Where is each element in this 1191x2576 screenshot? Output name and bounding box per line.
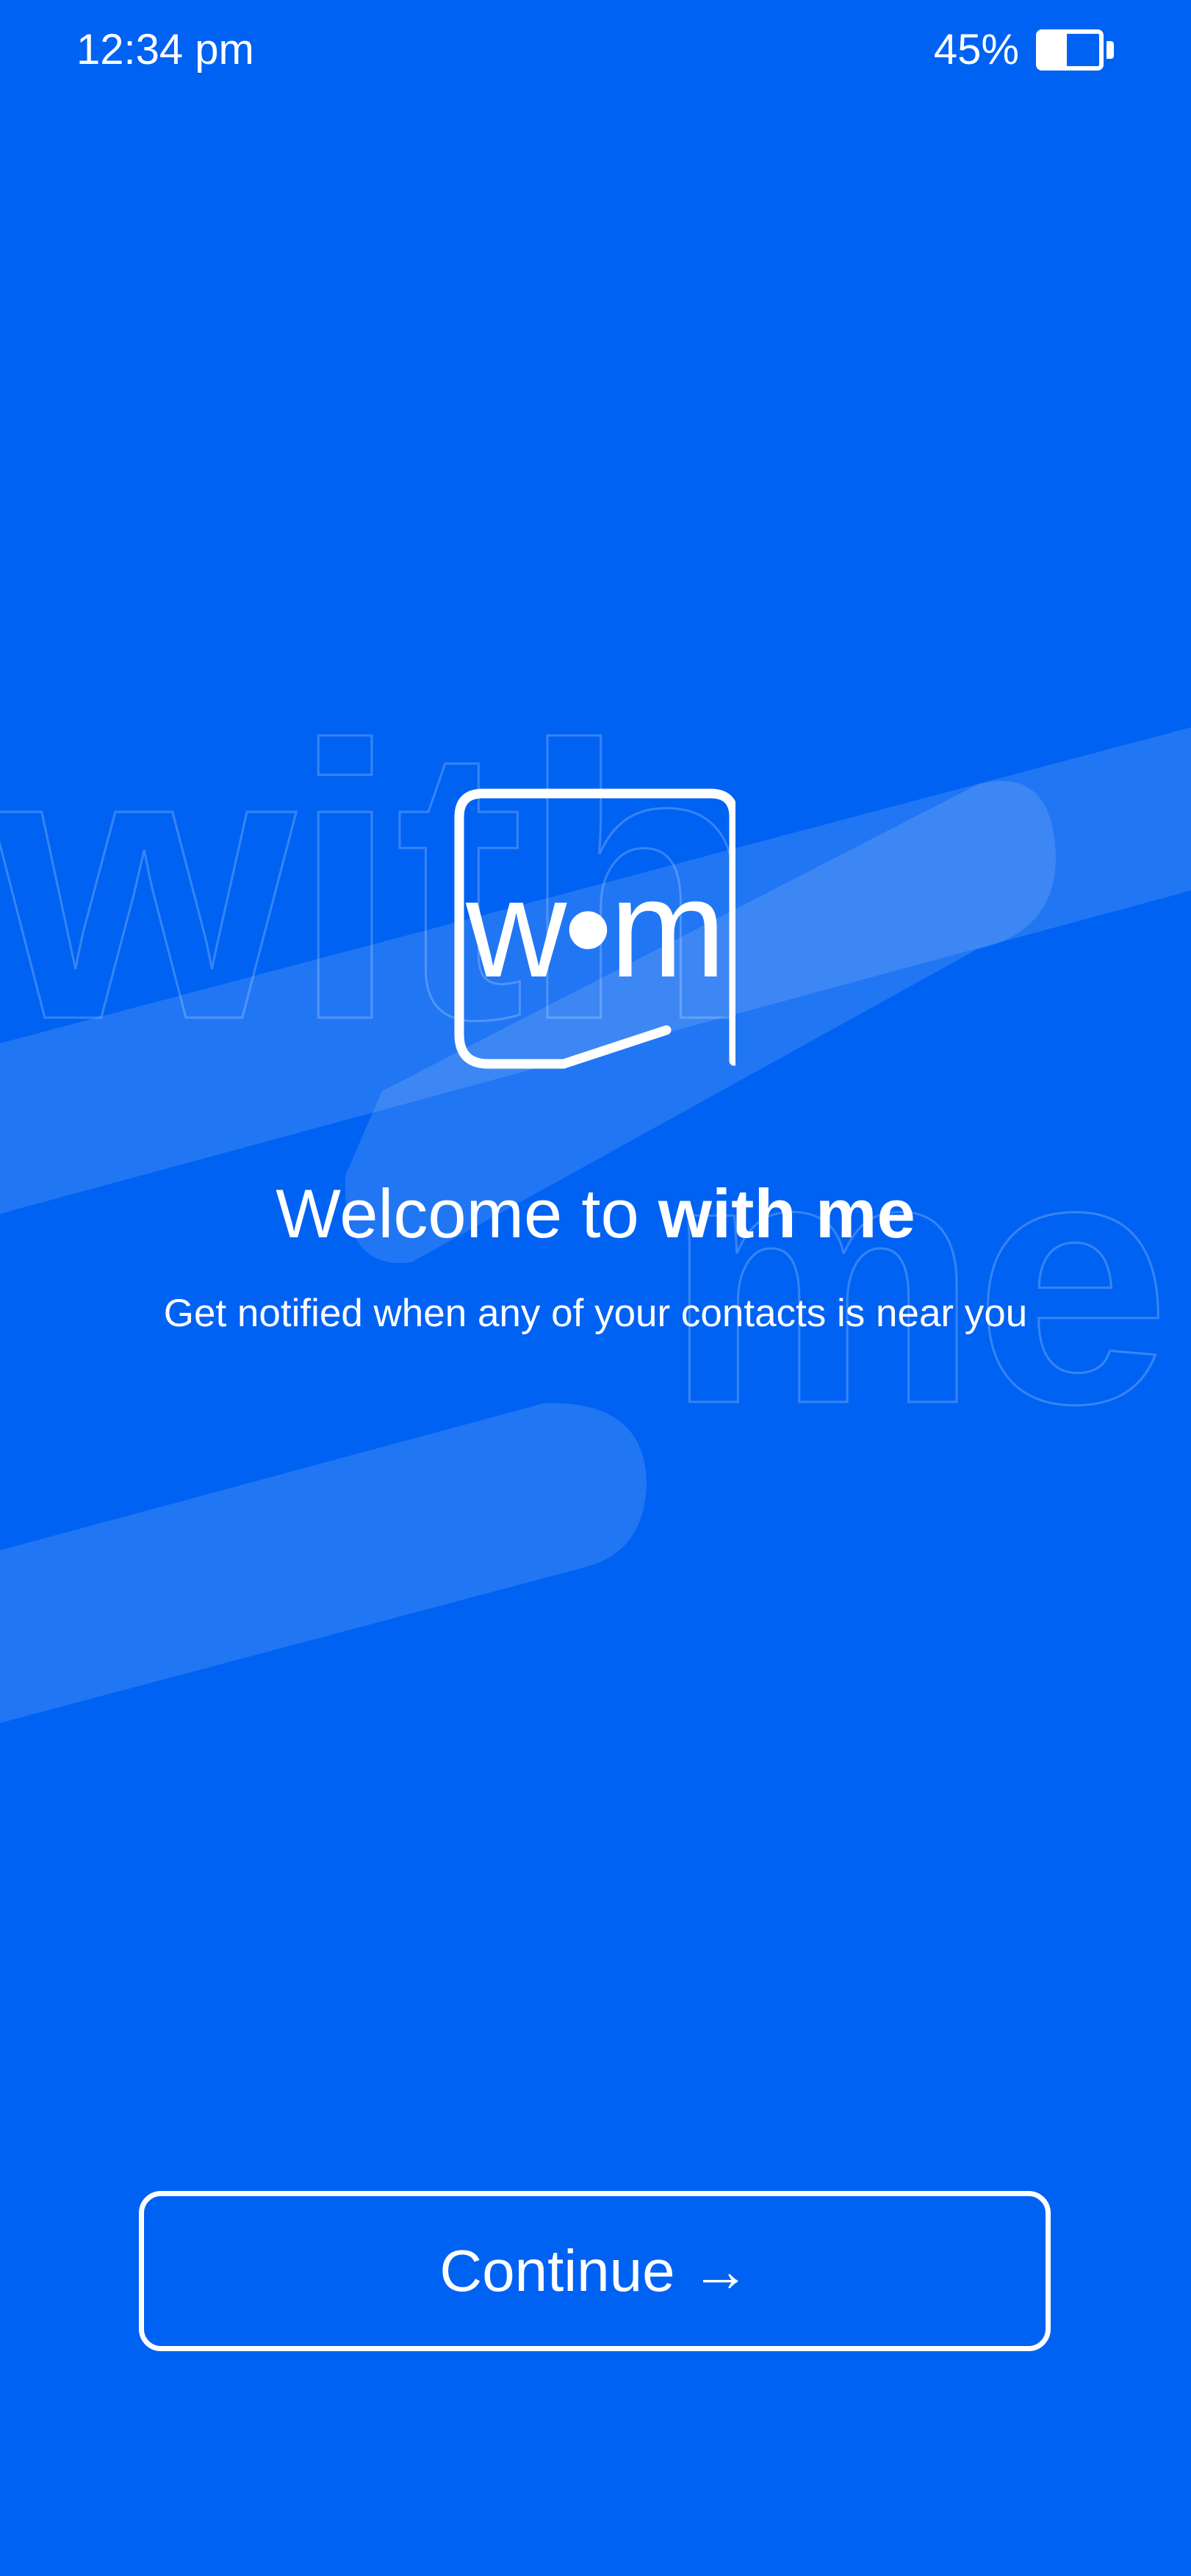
logo-frame-tail bbox=[558, 1025, 672, 1069]
logo-monogram: w•m bbox=[453, 855, 735, 1002]
welcome-title-prefix: Welcome to bbox=[276, 1175, 658, 1252]
logo-dot: • bbox=[564, 851, 613, 1007]
arrow-right-icon: → bbox=[691, 2238, 750, 2303]
logo-letter-m: m bbox=[609, 851, 726, 1007]
diagonal-band-lower bbox=[0, 1403, 647, 1723]
app-logo: w•m bbox=[453, 788, 739, 1070]
battery-percent: 45% bbox=[933, 26, 1019, 73]
welcome-title: Welcome to with me bbox=[0, 1170, 1191, 1258]
welcome-screen: with me 12:34 pm 45% w•m Welcome to with… bbox=[0, 0, 1191, 2576]
welcome-subtitle: Get notified when any of your contacts i… bbox=[163, 1292, 1028, 1335]
logo-letter-w: w bbox=[465, 851, 566, 1007]
battery-icon bbox=[1036, 29, 1114, 71]
continue-button-label: Continue bbox=[439, 2238, 675, 2303]
welcome-title-brand: with me bbox=[658, 1175, 915, 1252]
continue-button[interactable]: Continue → bbox=[139, 2191, 1051, 2351]
watermark-word-me: me bbox=[665, 1082, 1166, 1477]
battery-tip bbox=[1107, 41, 1114, 59]
battery-level-fill bbox=[1040, 34, 1067, 66]
status-time: 12:34 pm bbox=[76, 26, 254, 73]
